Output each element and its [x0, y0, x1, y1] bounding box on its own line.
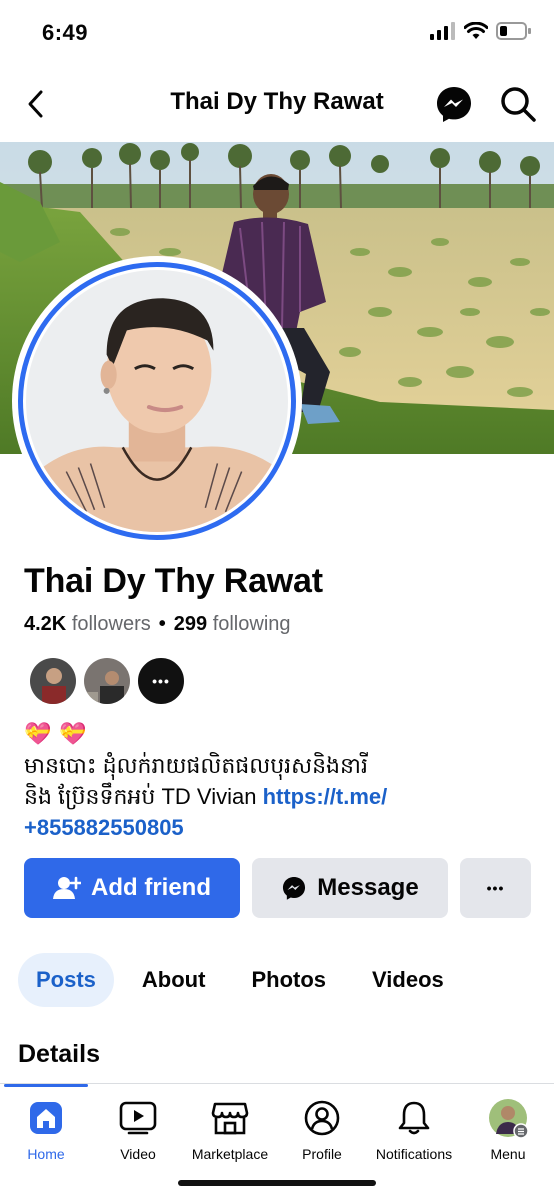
- nav-home[interactable]: Home: [0, 1098, 92, 1162]
- bell-icon: [398, 1101, 430, 1135]
- nav-profile[interactable]: Profile: [276, 1098, 368, 1162]
- friends-preview[interactable]: •••: [28, 656, 186, 706]
- bio-emoji-row: 💝 💝: [24, 718, 534, 748]
- status-time: 6:49: [42, 20, 89, 45]
- followers-link[interactable]: 4.2K followers: [24, 613, 151, 635]
- following-link[interactable]: 299 following: [174, 613, 291, 635]
- nav-marketplace-label: Marketplace: [191, 1146, 269, 1162]
- heart-gift-icon: 💝: [24, 721, 52, 746]
- add-person-icon: [53, 876, 81, 899]
- nav-menu[interactable]: Menu: [462, 1098, 554, 1162]
- nav-home-label: Home: [27, 1146, 65, 1162]
- more-friends-label: •••: [152, 673, 170, 689]
- followers-count: 4.2K: [24, 613, 67, 635]
- profile-header: Thai Dy Thy Rawat: [0, 70, 554, 136]
- marketplace-icon: [211, 1102, 249, 1135]
- signal-icon: [430, 22, 455, 40]
- nav-notifications-label: Notifications: [375, 1146, 453, 1162]
- nav-marketplace[interactable]: Marketplace: [184, 1098, 276, 1162]
- telegram-link[interactable]: https://t.me/: [263, 784, 388, 809]
- stats-separator: •: [158, 613, 166, 635]
- follow-stats: 4.2K followers • 299 following: [24, 613, 291, 636]
- profile-bio: 💝 💝 មានបោះ ដុំលក់រាយផលិតផលបុរសនិងនារី និ…: [24, 718, 534, 843]
- battery-icon: [496, 22, 531, 40]
- bio-line-2: និង ប្រ៊ែនទឹកអប់ TD Vivian https://t.me/: [24, 781, 534, 812]
- more-options-icon: •••: [486, 880, 505, 896]
- active-tab-indicator: [4, 1084, 88, 1087]
- tab-posts[interactable]: Posts: [18, 953, 114, 1007]
- messenger-button[interactable]: [434, 84, 474, 124]
- nav-profile-label: Profile: [302, 1146, 342, 1162]
- avatar-image: [26, 270, 288, 532]
- status-bar: 6:49: [0, 0, 554, 66]
- profile-name: Thai Dy Thy Rawat: [24, 562, 323, 600]
- details-heading: Details: [18, 1040, 100, 1068]
- bio-line-3: +855882550805: [24, 812, 534, 843]
- heart-gift-icon: 💝: [59, 721, 87, 746]
- profile-icon: [304, 1100, 340, 1136]
- following-label: following: [212, 613, 291, 635]
- tab-about[interactable]: About: [124, 953, 224, 1007]
- bio-text: និង ប្រ៊ែនទឹកអប់ TD Vivian: [24, 784, 263, 809]
- add-friend-button[interactable]: Add friend: [24, 858, 240, 918]
- status-icons: [430, 22, 532, 40]
- menu-avatar-icon: [489, 1099, 528, 1138]
- nav-menu-label: Menu: [490, 1146, 526, 1162]
- message-label: Message: [317, 874, 419, 901]
- bio-line-1: មានបោះ ដុំលក់រាយផលិតផលបុរសនិងនារី: [24, 753, 368, 778]
- tab-videos[interactable]: Videos: [354, 953, 462, 1007]
- friend-avatar[interactable]: [28, 656, 78, 706]
- message-button[interactable]: Message: [252, 858, 448, 918]
- phone-link[interactable]: +855882550805: [24, 815, 184, 840]
- nav-video[interactable]: Video: [92, 1098, 184, 1162]
- search-button[interactable]: [498, 84, 538, 124]
- more-friends-button[interactable]: •••: [136, 656, 186, 706]
- more-options-button[interactable]: •••: [460, 858, 531, 918]
- profile-avatar[interactable]: [12, 256, 302, 546]
- add-friend-label: Add friend: [91, 874, 211, 901]
- search-icon: [501, 87, 536, 122]
- nav-notifications[interactable]: Notifications: [368, 1098, 460, 1162]
- wifi-icon: [464, 22, 488, 39]
- nav-video-label: Video: [120, 1146, 156, 1162]
- following-count: 299: [173, 613, 208, 635]
- tab-photos[interactable]: Photos: [233, 953, 344, 1007]
- video-icon: [119, 1101, 157, 1135]
- messenger-icon: [437, 87, 471, 122]
- avatar-story-ring: [18, 262, 296, 540]
- followers-label: followers: [71, 613, 151, 635]
- profile-tabs: Posts About Photos Videos: [18, 953, 472, 1007]
- home-indicator: [178, 1180, 376, 1186]
- home-icon: [30, 1102, 62, 1134]
- messenger-icon: [283, 876, 306, 900]
- friend-avatar[interactable]: [82, 656, 132, 706]
